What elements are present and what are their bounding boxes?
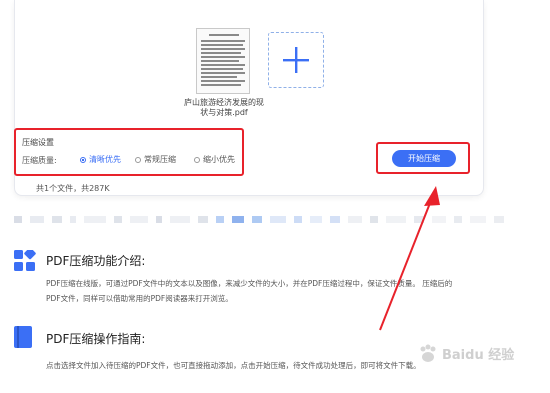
radio-label-clear: 清晰优先	[89, 155, 121, 164]
add-file-button[interactable]	[268, 32, 324, 88]
intro-text-line1: PDF压缩在线版，可通过PDF文件中的文本以及图像，来减少文件的大小，并在PDF…	[46, 279, 453, 288]
intro-text-line2: PDF文件，同样可以借助常用的PDF阅读器来打开浏览。	[46, 294, 233, 303]
radio-label-normal: 常规压缩	[144, 155, 176, 164]
radio-unselected-icon	[194, 156, 200, 163]
radio-selected-icon	[80, 156, 86, 163]
start-compress-button[interactable]: 开始压缩	[392, 150, 456, 167]
radio-normal-compress[interactable]: 常规压缩	[135, 154, 176, 165]
baidu-watermark: Baidu 经验	[418, 342, 548, 382]
pdf-file-thumbnail[interactable]	[196, 28, 250, 94]
compress-settings-highlight	[14, 128, 244, 176]
file-name-line1: 庐山旅游经济发展的现	[184, 98, 264, 107]
file-name: 庐山旅游经济发展的现 状与对策.pdf	[176, 98, 272, 118]
paw-logo-icon	[420, 344, 436, 362]
plus-icon	[283, 47, 309, 73]
decorative-divider	[0, 216, 540, 224]
guide-title: PDF压缩操作指南:	[46, 332, 146, 346]
radio-clear-priority[interactable]: 清晰优先	[80, 154, 121, 165]
radio-label-small: 缩小优先	[203, 155, 235, 164]
radio-small-priority[interactable]: 缩小优先	[194, 154, 235, 165]
apps-grid-icon	[14, 250, 36, 271]
radio-unselected-icon	[135, 156, 141, 163]
watermark-text: Baidu 经验	[442, 348, 515, 363]
settings-title: 压缩设置	[22, 138, 54, 147]
book-icon	[14, 326, 32, 348]
file-count: 共1个文件，共287K	[36, 184, 110, 193]
quality-label: 压缩质量:	[22, 156, 57, 165]
file-name-line2: 状与对策.pdf	[200, 108, 248, 117]
intro-title: PDF压缩功能介绍:	[46, 254, 146, 268]
